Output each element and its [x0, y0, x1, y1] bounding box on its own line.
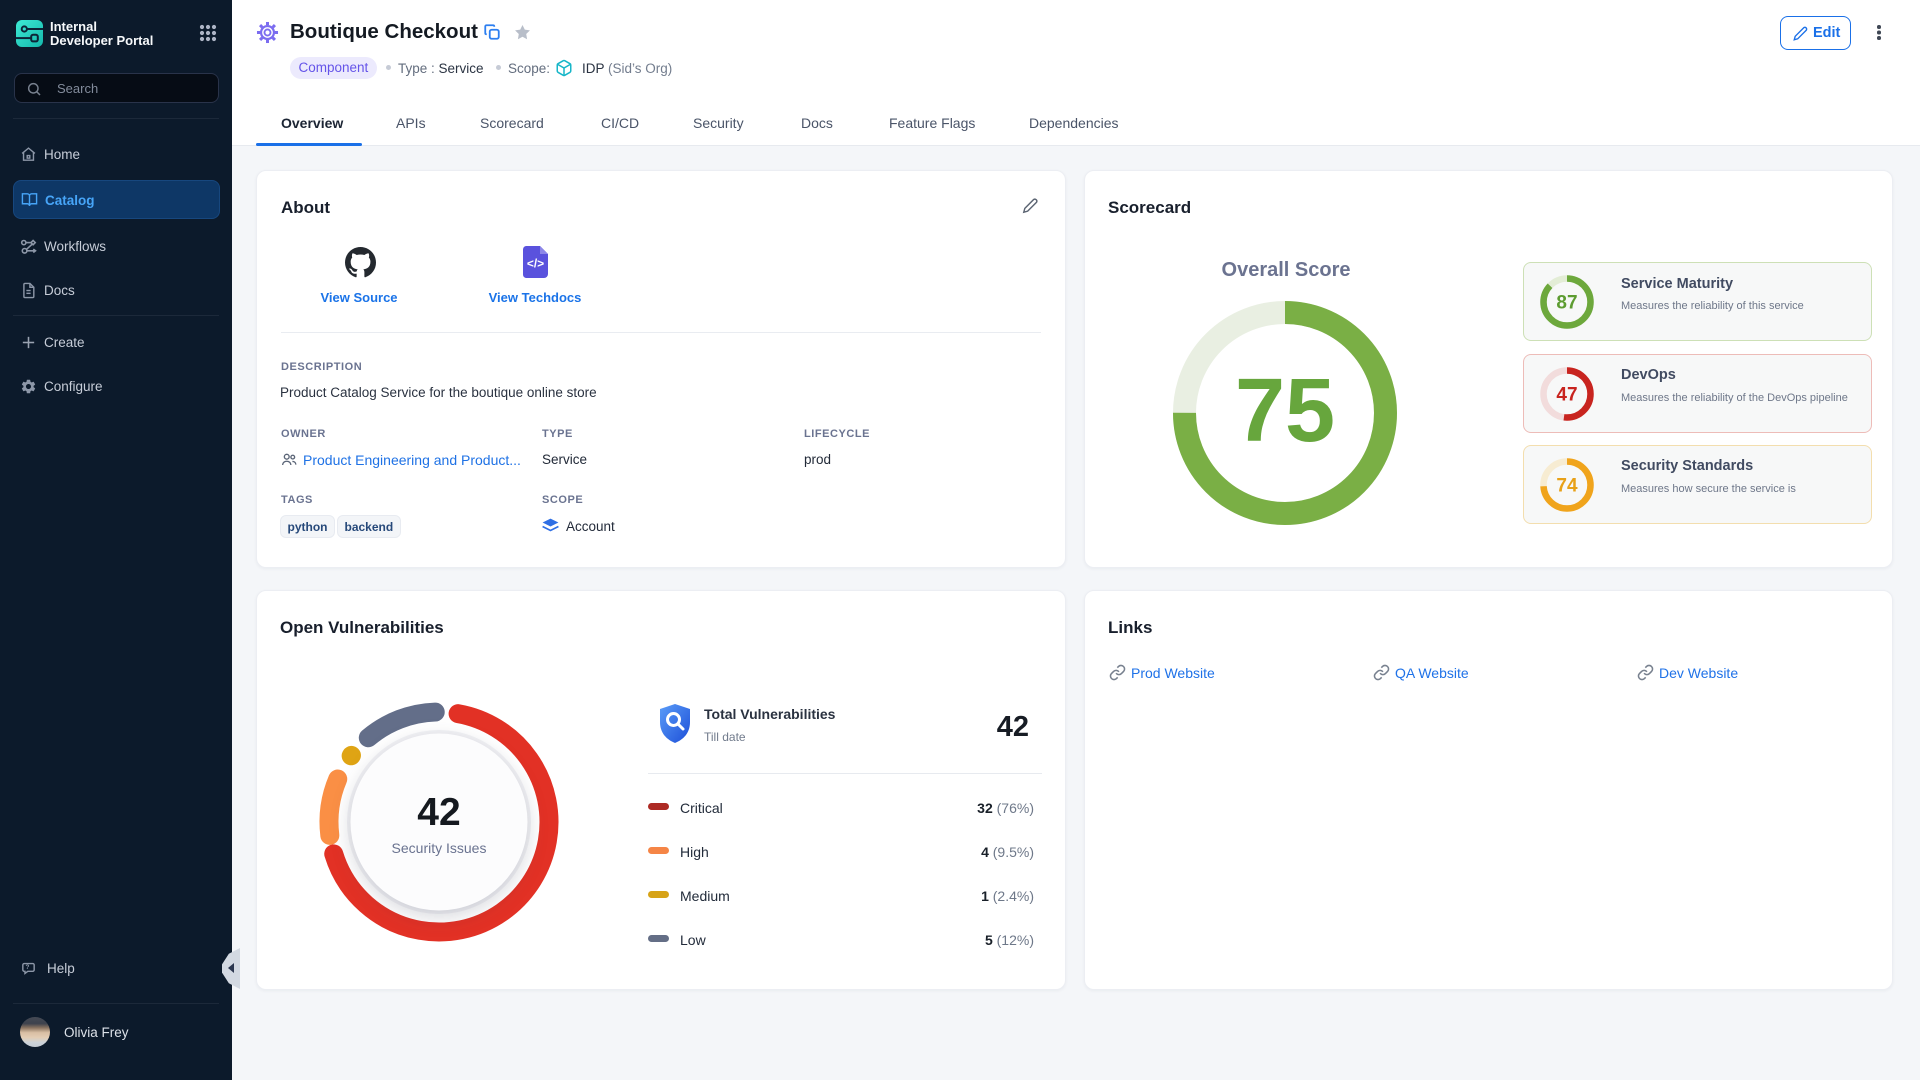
svg-text:87: 87 [1556, 293, 1577, 314]
svg-text:47: 47 [1556, 385, 1577, 406]
svg-text:74: 74 [1556, 476, 1578, 497]
svg-text:?: ? [25, 964, 29, 971]
svg-text:</>: </> [527, 257, 544, 271]
